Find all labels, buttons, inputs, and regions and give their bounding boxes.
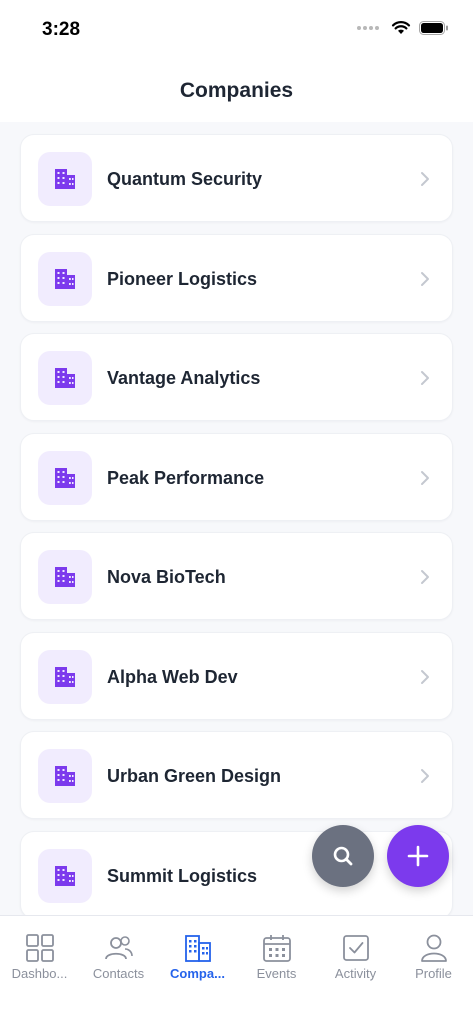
building-icon bbox=[55, 368, 75, 388]
building-icon bbox=[55, 269, 75, 289]
status-icons bbox=[357, 20, 449, 35]
plus-icon bbox=[407, 845, 429, 867]
calendar-icon bbox=[262, 935, 291, 962]
chevron-right-icon bbox=[421, 371, 429, 385]
chevron-right-icon bbox=[421, 272, 429, 286]
company-list-item[interactable]: Alpha Web Dev bbox=[20, 632, 453, 720]
building-icon bbox=[55, 567, 75, 587]
company-icon-badge bbox=[38, 152, 92, 206]
tab-label: Dashbo... bbox=[11, 966, 68, 981]
page-title: Companies bbox=[179, 79, 294, 102]
navigation-header: Companies bbox=[0, 56, 473, 122]
tab-label: Activity bbox=[334, 966, 377, 981]
tab-label: Events bbox=[256, 966, 297, 981]
tab-activity[interactable]: Activity bbox=[316, 916, 395, 996]
tab-label: Profile bbox=[415, 966, 452, 981]
company-icon-badge bbox=[38, 451, 92, 505]
tab-label: Contacts bbox=[92, 966, 145, 981]
company-name: Nova BioTech bbox=[107, 567, 226, 587]
company-icon-badge bbox=[38, 650, 92, 704]
chevron-right-icon bbox=[421, 172, 429, 186]
building-icon bbox=[55, 766, 75, 786]
chevron-right-icon bbox=[421, 471, 429, 485]
company-name: Alpha Web Dev bbox=[107, 667, 238, 687]
company-list-item[interactable]: Quantum Security bbox=[20, 134, 453, 222]
grid-icon bbox=[25, 934, 54, 962]
tab-bar: Dashbo... Contacts Compa... Events Activ… bbox=[0, 915, 473, 1024]
company-icon-badge bbox=[38, 749, 92, 803]
company-icon-badge bbox=[38, 351, 92, 405]
cellular-signal-icon bbox=[357, 25, 379, 30]
people-icon bbox=[104, 936, 133, 960]
person-icon bbox=[420, 934, 447, 962]
tab-contacts[interactable]: Contacts bbox=[79, 916, 158, 996]
chevron-right-icon bbox=[421, 670, 429, 684]
tab-profile[interactable]: Profile bbox=[394, 916, 473, 996]
company-list-item[interactable]: Vantage Analytics bbox=[20, 333, 453, 421]
building-icon bbox=[55, 169, 75, 189]
tab-label: Compa... bbox=[170, 966, 225, 981]
chevron-right-icon bbox=[421, 769, 429, 783]
building-icon bbox=[55, 468, 75, 488]
building-icon bbox=[184, 935, 211, 962]
battery-icon bbox=[419, 20, 448, 35]
company-list-item[interactable]: Nova BioTech bbox=[20, 532, 453, 620]
company-icon-badge bbox=[38, 849, 92, 903]
company-name: Peak Performance bbox=[107, 468, 265, 488]
status-time: 3:28 bbox=[42, 19, 81, 40]
company-list-item[interactable]: Peak Performance bbox=[20, 433, 453, 521]
wifi-icon bbox=[391, 21, 411, 34]
add-company-button[interactable] bbox=[387, 825, 449, 887]
companies-screen: 3:28 Companies Quantum Security Pioneer L… bbox=[0, 0, 473, 1024]
company-icon-badge bbox=[38, 252, 92, 306]
company-name: Pioneer Logistics bbox=[107, 269, 258, 289]
tab-dashboard[interactable]: Dashbo... bbox=[0, 916, 79, 996]
company-name: Summit Logistics bbox=[107, 866, 258, 886]
building-icon bbox=[55, 667, 75, 687]
company-list[interactable]: Quantum Security Pioneer Logistics Vantage… bbox=[0, 122, 473, 915]
company-list-item[interactable]: Urban Green Design bbox=[20, 731, 453, 819]
checkbox-icon bbox=[342, 935, 369, 961]
company-name: Urban Green Design bbox=[107, 766, 282, 786]
building-icon bbox=[55, 866, 75, 886]
search-button[interactable] bbox=[312, 825, 374, 887]
company-list-item[interactable]: Pioneer Logistics bbox=[20, 234, 453, 322]
search-icon bbox=[333, 846, 353, 866]
tab-companies[interactable]: Compa... bbox=[158, 916, 237, 996]
chevron-right-icon bbox=[421, 570, 429, 584]
tab-events[interactable]: Events bbox=[237, 916, 316, 996]
company-list-item[interactable]: Summit Logistics bbox=[20, 831, 453, 915]
company-name: Vantage Analytics bbox=[107, 368, 261, 388]
status-bar: 3:28 bbox=[0, 0, 473, 56]
company-icon-badge bbox=[38, 550, 92, 604]
company-name: Quantum Security bbox=[107, 169, 263, 189]
